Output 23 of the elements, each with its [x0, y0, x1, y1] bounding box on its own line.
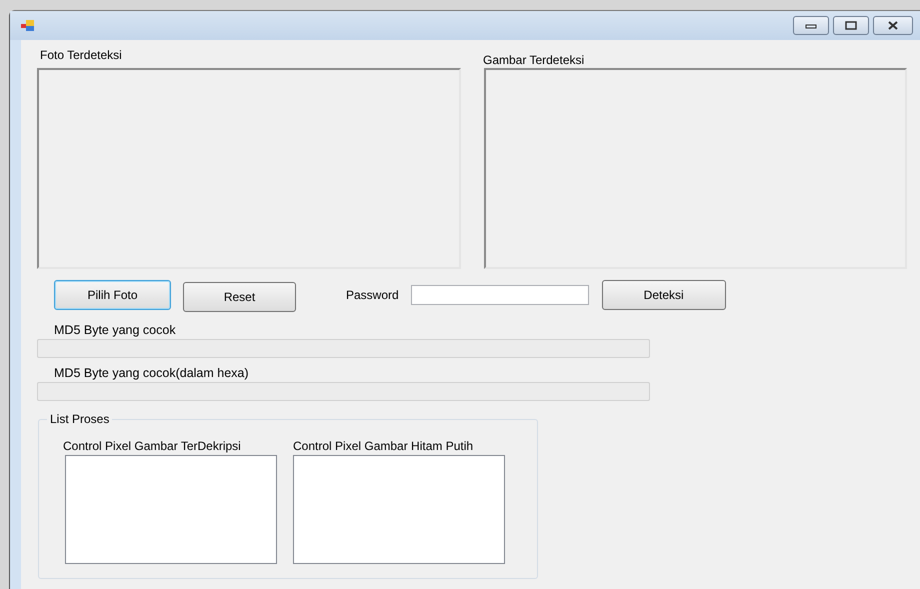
password-field[interactable]	[410, 285, 589, 305]
minimize-icon	[805, 22, 817, 28]
close-icon	[887, 21, 899, 30]
picture-box-label: Gambar Terdeteksi	[483, 53, 586, 68]
list-label: Control Pixel Gambar TerDekripsi	[63, 439, 242, 453]
picture-box-label: Foto Terdeteksi	[40, 48, 123, 64]
minimize-button[interactable]	[793, 16, 829, 35]
text-field[interactable]	[37, 339, 650, 358]
maximize-icon	[845, 21, 857, 30]
app-icon	[21, 20, 35, 32]
list-box[interactable]	[65, 455, 277, 564]
maximize-button[interactable]	[833, 16, 869, 35]
field-label: MD5 Byte yang cocok	[54, 323, 177, 337]
button[interactable]: Reset	[183, 282, 296, 312]
password-label: Password	[346, 288, 399, 302]
group-title: List Proses	[47, 412, 112, 426]
list-box[interactable]	[293, 455, 505, 564]
button[interactable]: Pilih Foto	[54, 280, 171, 310]
field-label: MD5 Byte yang cocok(dalam hexa)	[54, 366, 250, 380]
close-button[interactable]	[873, 16, 913, 35]
detect-button[interactable]: Deteksi	[602, 280, 726, 310]
text-field[interactable]	[37, 382, 650, 401]
list-label: Control Pixel Gambar Hitam Putih	[293, 439, 474, 453]
